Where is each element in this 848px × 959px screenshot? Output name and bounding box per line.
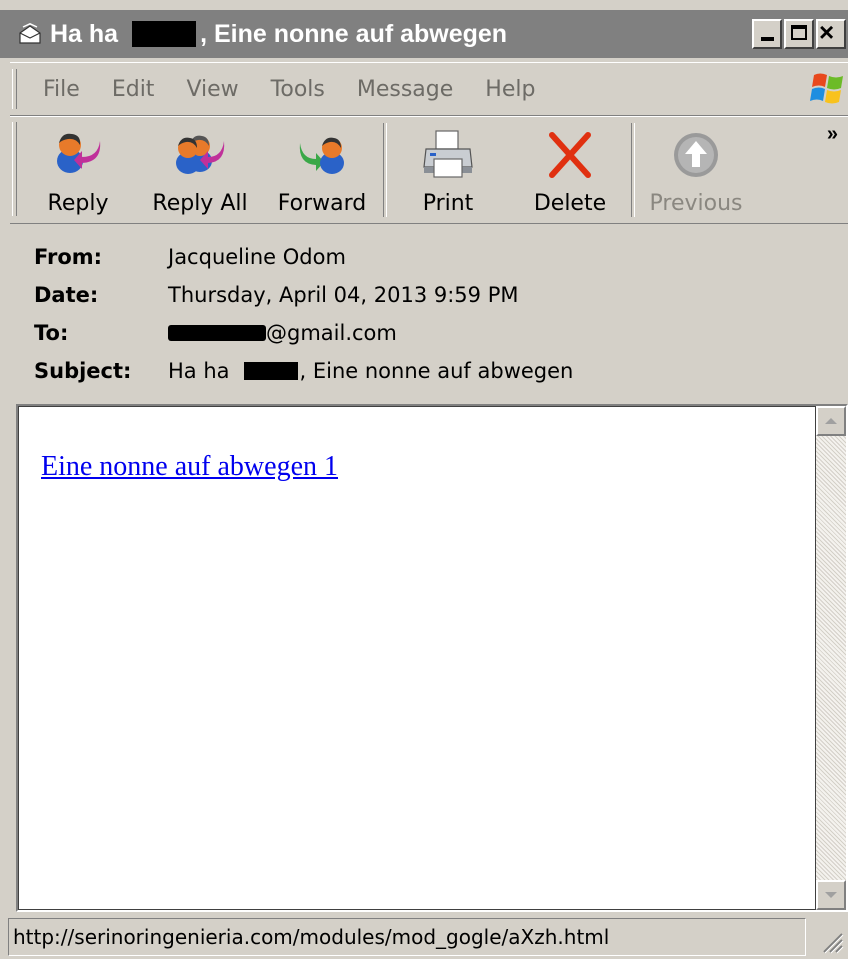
title-redaction bbox=[132, 21, 197, 47]
menu-edit[interactable]: Edit bbox=[112, 77, 155, 102]
scroll-up-button[interactable] bbox=[816, 406, 846, 436]
date-label: Date: bbox=[34, 283, 99, 307]
from-value: Jacqueline Odom bbox=[168, 245, 346, 269]
to-redaction bbox=[168, 325, 266, 341]
printer-icon bbox=[418, 127, 478, 183]
reply-all-label: Reply All bbox=[152, 191, 248, 216]
status-bar: http://serinoringenieria.com/modules/mod… bbox=[0, 914, 848, 958]
window-title: Ha ha , Eine nonne auf abwegen bbox=[50, 20, 507, 49]
message-headers: From: Jacqueline Odom Date: Thursday, Ap… bbox=[34, 238, 834, 390]
minimize-button[interactable] bbox=[752, 19, 782, 49]
subject-redaction bbox=[243, 362, 298, 380]
title-prefix: Ha ha bbox=[50, 19, 119, 48]
from-label: From: bbox=[34, 245, 103, 269]
close-icon: × bbox=[819, 17, 835, 47]
title-suffix: , Eine nonne auf abwegen bbox=[200, 19, 508, 48]
from-row: From: Jacqueline Odom bbox=[34, 238, 834, 276]
close-button[interactable]: × bbox=[816, 17, 846, 49]
scroll-down-icon bbox=[825, 892, 837, 898]
menu-bar: File Edit View Tools Message Help bbox=[10, 62, 848, 116]
menu-file[interactable]: File bbox=[43, 77, 80, 102]
to-value-domain: @gmail.com bbox=[266, 321, 397, 345]
to-row: To: @gmail.com bbox=[34, 314, 834, 352]
status-panel: http://serinoringenieria.com/modules/mod… bbox=[8, 918, 806, 956]
subject-row: Subject: Ha ha , Eine nonne auf abwegen bbox=[34, 352, 834, 390]
print-label: Print bbox=[422, 191, 474, 216]
toolbar-overflow-chevron[interactable]: » bbox=[827, 123, 838, 146]
reply-button[interactable]: Reply bbox=[17, 117, 139, 223]
delete-button[interactable]: Delete bbox=[509, 117, 631, 223]
maximize-icon bbox=[791, 25, 807, 40]
title-bar[interactable]: Ha ha , Eine nonne auf abwegen × bbox=[0, 10, 848, 58]
envelope-icon bbox=[16, 20, 44, 48]
menu-help[interactable]: Help bbox=[485, 77, 535, 102]
subject-suffix: , Eine nonne auf abwegen bbox=[299, 359, 574, 383]
up-arrow-icon bbox=[666, 127, 726, 183]
print-button[interactable]: Print bbox=[387, 117, 509, 223]
vertical-scrollbar[interactable] bbox=[816, 406, 846, 910]
scroll-up-icon bbox=[825, 418, 837, 424]
reply-all-button[interactable]: Reply All bbox=[139, 117, 261, 223]
reply-all-icon bbox=[170, 127, 230, 183]
date-row: Date: Thursday, April 04, 2013 9:59 PM bbox=[34, 276, 834, 314]
forward-label: Forward bbox=[277, 191, 367, 216]
previous-label: Previous bbox=[649, 191, 743, 216]
subject-value: Ha ha , Eine nonne auf abwegen bbox=[168, 359, 573, 383]
subject-label: Subject: bbox=[34, 359, 132, 383]
toolbar: Reply Reply All Forward Print Delete Pre… bbox=[10, 116, 848, 224]
message-window: Ha ha , Eine nonne auf abwegen × File Ed… bbox=[0, 0, 848, 958]
message-link[interactable]: Eine nonne auf abwegen 1 bbox=[41, 451, 338, 483]
to-value: @gmail.com bbox=[168, 321, 397, 345]
windows-logo-icon bbox=[808, 69, 848, 109]
delete-label: Delete bbox=[533, 191, 607, 216]
previous-button[interactable]: Previous bbox=[635, 117, 757, 223]
maximize-button[interactable] bbox=[784, 19, 814, 49]
reply-icon bbox=[48, 127, 108, 183]
to-label: To: bbox=[34, 321, 69, 345]
message-body[interactable]: Eine nonne auf abwegen 1 bbox=[16, 404, 848, 912]
resize-grip-icon[interactable] bbox=[820, 930, 844, 954]
message-content: Eine nonne auf abwegen 1 bbox=[18, 406, 816, 910]
forward-icon bbox=[292, 127, 352, 183]
delete-x-icon bbox=[540, 127, 600, 183]
menu-tools[interactable]: Tools bbox=[271, 77, 325, 102]
forward-button[interactable]: Forward bbox=[261, 117, 383, 223]
window-controls: × bbox=[752, 17, 846, 49]
status-url: http://serinoringenieria.com/modules/mod… bbox=[13, 925, 610, 949]
subject-prefix: Ha ha bbox=[168, 359, 230, 383]
minimize-icon bbox=[761, 37, 774, 41]
reply-label: Reply bbox=[47, 191, 109, 216]
date-value: Thursday, April 04, 2013 9:59 PM bbox=[168, 283, 519, 307]
menu-view[interactable]: View bbox=[186, 77, 238, 102]
menu-grip[interactable] bbox=[12, 69, 17, 109]
menu-message[interactable]: Message bbox=[357, 77, 453, 102]
scroll-down-button[interactable] bbox=[816, 880, 846, 910]
